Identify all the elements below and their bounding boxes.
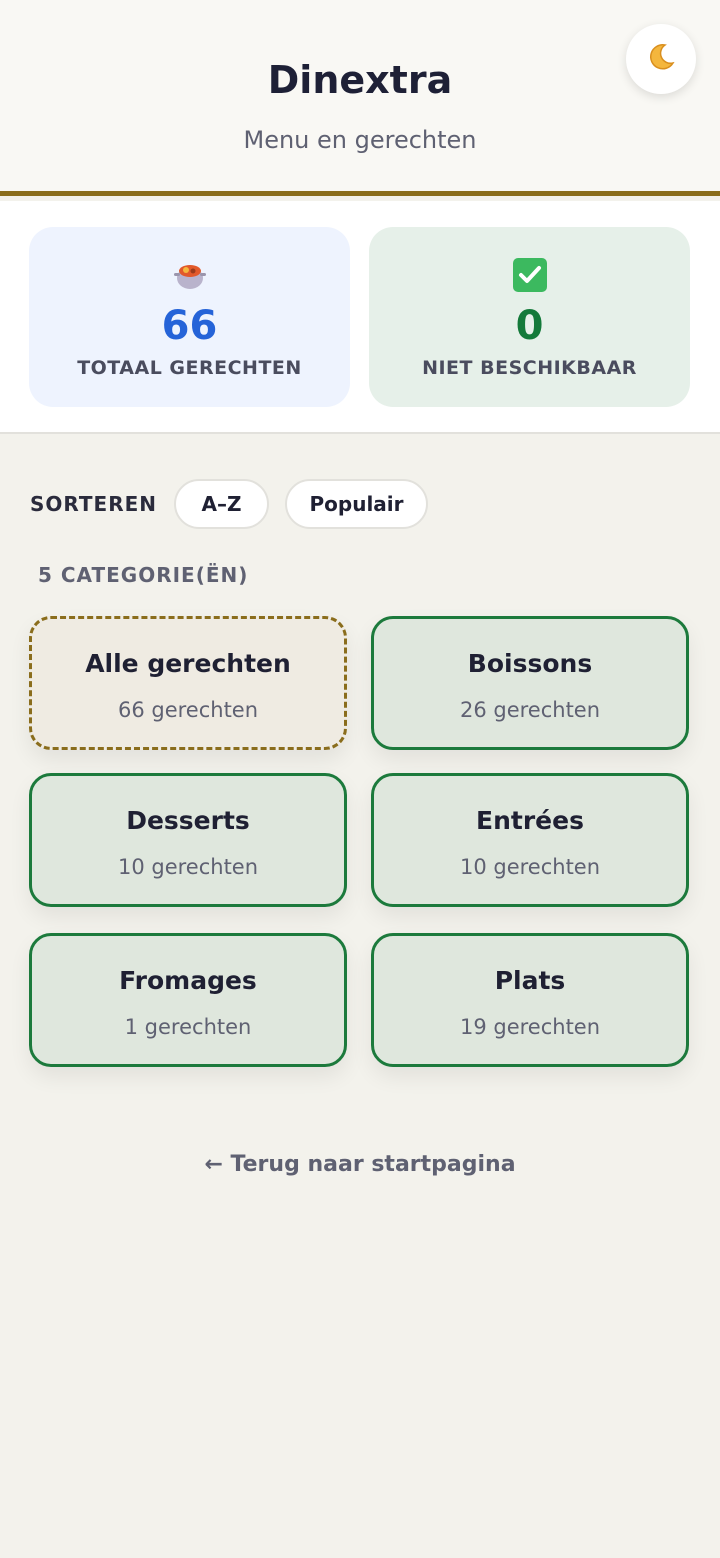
category-name: Entrées	[476, 806, 584, 835]
category-card-boissons[interactable]: Boissons 26 gerechten	[371, 616, 689, 750]
sort-popular-button[interactable]: Populair	[285, 479, 428, 529]
category-card-plats[interactable]: Plats 19 gerechten	[371, 933, 689, 1067]
sort-az-button[interactable]: A–Z	[174, 479, 269, 529]
category-name: Plats	[494, 966, 566, 995]
category-name: Fromages	[119, 966, 257, 995]
unavailable-dishes-label: NIET BESCHIKBAAR	[422, 357, 637, 379]
total-dishes-card: 66 TOTAAL GERECHTEN	[29, 227, 350, 407]
category-card-all[interactable]: Alle gerechten 66 gerechten	[29, 616, 347, 750]
category-dish-count: 19 gerechten	[459, 1015, 601, 1039]
page-header: Dinextra Menu en gerechten	[0, 0, 720, 196]
category-dish-count: 26 gerechten	[459, 698, 601, 722]
category-count: 5 CATEGORIE(ËN)	[38, 563, 249, 587]
page-title: Dinextra	[267, 58, 453, 102]
category-dish-count: 1 gerechten	[124, 1015, 252, 1039]
category-card-fromages[interactable]: Fromages 1 gerechten	[29, 933, 347, 1067]
category-name: Boissons	[467, 649, 593, 678]
sort-label: SORTEREN	[30, 492, 158, 516]
check-box-icon	[369, 255, 690, 295]
unavailable-dishes-value: 0	[515, 303, 544, 349]
category-card-entrees[interactable]: Entrées 10 gerechten	[371, 773, 689, 907]
category-card-desserts[interactable]: Desserts 10 gerechten	[29, 773, 347, 907]
category-dish-count: 10 gerechten	[117, 855, 259, 879]
pot-of-food-icon	[29, 255, 350, 295]
theme-toggle-button[interactable]	[626, 24, 696, 94]
total-dishes-label: TOTAAL GERECHTEN	[77, 357, 302, 379]
back-to-home-link[interactable]: ← Terug naar startpagina	[0, 1152, 720, 1177]
category-dish-count: 66 gerechten	[117, 698, 259, 722]
page-subtitle: Menu en gerechten	[243, 126, 477, 154]
category-name: Desserts	[126, 806, 250, 835]
unavailable-dishes-card: 0 NIET BESCHIKBAAR	[369, 227, 690, 407]
total-dishes-value: 66	[161, 303, 218, 349]
category-name: Alle gerechten	[85, 649, 291, 678]
moon-icon	[645, 41, 677, 77]
stats-section: 66 TOTAAL GERECHTEN 0 NIET BESCHIKBAAR	[0, 201, 720, 434]
category-dish-count: 10 gerechten	[459, 855, 601, 879]
